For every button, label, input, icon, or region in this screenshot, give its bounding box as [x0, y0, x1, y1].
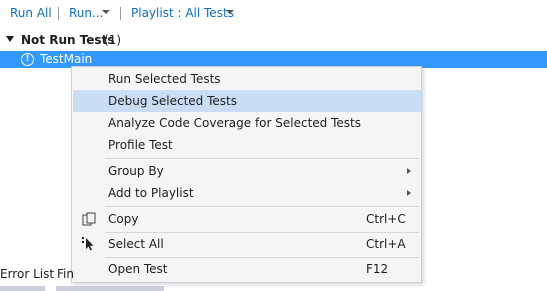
menu-item-analyze-code-coverage[interactable]: Analyze Code Coverage for Selected Tests: [73, 112, 421, 134]
submenu-arrow-icon: [407, 190, 411, 196]
menu-item-open-test[interactable]: Open Test F12: [73, 258, 421, 280]
menu-item-label: Profile Test: [108, 138, 173, 152]
menu-item-copy[interactable]: Copy Ctrl+C: [73, 208, 421, 230]
menu-separator: [105, 158, 419, 159]
playlist-dropdown-chevron-icon[interactable]: [226, 10, 234, 14]
run-dropdown-button[interactable]: Run...: [69, 6, 103, 20]
test-explorer-toolbar: Run All Run... Playlist : All Tests: [0, 0, 547, 28]
menu-item-add-to-playlist[interactable]: Add to Playlist: [73, 182, 421, 204]
copy-icon: [81, 211, 97, 227]
toolbar-separator: [120, 7, 121, 20]
menu-separator: [105, 206, 419, 207]
shortcut-label: Ctrl+C: [366, 212, 406, 226]
select-all-icon: [81, 236, 97, 252]
shortcut-label: Ctrl+A: [366, 237, 406, 251]
playlist-dropdown-button[interactable]: Playlist : All Tests: [131, 6, 234, 20]
menu-item-label: Run Selected Tests: [108, 72, 221, 86]
menu-item-profile-test[interactable]: Profile Test: [73, 134, 421, 156]
shortcut-label: F12: [366, 262, 389, 276]
menu-item-label: Group By: [108, 164, 164, 178]
warning-icon: !: [21, 53, 34, 66]
group-label: Not Run Tests: [21, 33, 115, 47]
menu-item-run-selected-tests[interactable]: Run Selected Tests: [73, 68, 421, 90]
menu-item-label: Add to Playlist: [108, 186, 194, 200]
tab-underline: [56, 286, 164, 291]
menu-item-label: Select All: [108, 237, 164, 251]
test-label: TestMain: [40, 52, 93, 66]
tab-underline: [0, 286, 45, 291]
test-group-header[interactable]: Not Run Tests (1): [0, 32, 547, 49]
menu-item-label: Analyze Code Coverage for Selected Tests: [108, 116, 361, 130]
run-dropdown-chevron-icon[interactable]: [102, 10, 110, 14]
menu-item-label: Copy: [108, 212, 139, 226]
menu-item-group-by[interactable]: Group By: [73, 160, 421, 182]
group-count: (1): [104, 33, 121, 47]
toolbar-separator: [58, 7, 59, 20]
menu-item-label: Open Test: [108, 262, 168, 276]
menu-item-debug-selected-tests[interactable]: Debug Selected Tests: [73, 90, 421, 112]
collapse-triangle-icon[interactable]: [6, 36, 14, 42]
menu-item-select-all[interactable]: Select All Ctrl+A: [73, 233, 421, 255]
submenu-arrow-icon: [407, 168, 411, 174]
menu-item-label: Debug Selected Tests: [108, 94, 237, 108]
run-all-button[interactable]: Run All: [10, 6, 52, 20]
tab-error-list[interactable]: Error List: [0, 267, 54, 281]
context-menu: Run Selected Tests Debug Selected Tests …: [71, 66, 422, 283]
tab-find[interactable]: Fin: [57, 267, 74, 281]
